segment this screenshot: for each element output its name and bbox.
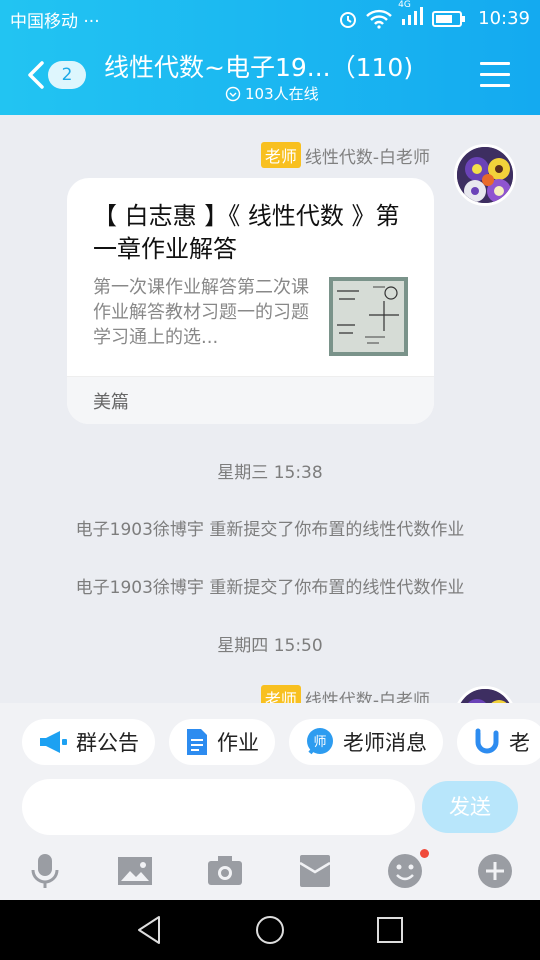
chevron-down-circle-icon — [225, 86, 241, 101]
homework-button[interactable]: 作业 — [169, 719, 275, 765]
emoji-icon[interactable] — [385, 851, 425, 891]
timestamp: 星期三 15:38 — [217, 463, 323, 483]
message-input[interactable] — [22, 779, 415, 835]
system-notice: 电子1903徐博宇 重新提交了你布置的线性代数作业 — [75, 520, 465, 540]
pansy-flowers-avatar-icon — [457, 147, 513, 203]
recents-square-icon[interactable] — [373, 913, 407, 947]
alarm-icon — [340, 11, 357, 28]
megaphone-icon — [40, 731, 67, 753]
home-circle-icon[interactable] — [253, 913, 287, 947]
battery-icon — [432, 10, 466, 27]
sender-name: 线性代数-白老师 — [304, 690, 430, 704]
status-bar: 中国移动 ··· 4G 10:39 — [0, 0, 540, 36]
menu-icon[interactable] — [480, 62, 510, 88]
teacher-messages-label: 老师消息 — [343, 731, 427, 755]
clock: 10:39 — [478, 8, 530, 29]
card-source: 美篇 — [67, 376, 434, 424]
timestamp: 星期四 15:50 — [217, 636, 323, 656]
camera-icon[interactable] — [205, 851, 245, 891]
quick-actions: 群公告 作业 师 老师消息 老 — [22, 719, 540, 765]
pansy-flowers-avatar-icon — [457, 689, 513, 703]
system-notice: 电子1903徐博宇 重新提交了你布置的线性代数作业 — [75, 578, 465, 598]
input-toolbar — [0, 848, 540, 898]
image-icon[interactable] — [115, 851, 155, 891]
unread-badge[interactable]: 2 — [48, 61, 86, 89]
article-card[interactable]: 【 白志惠 】《 线性代数 》第一章作业解答 第一次课作业解答第二次课作业解答教… — [67, 178, 434, 424]
announcement-button[interactable]: 群公告 — [22, 719, 155, 765]
online-label: 103人在线 — [245, 85, 319, 103]
card-thumbnail — [329, 277, 408, 356]
handwritten-math-thumbnail-icon — [329, 277, 408, 356]
network-type-label: 4G — [398, 0, 411, 10]
announcement-label: 群公告 — [76, 731, 139, 755]
carrier-label: 中国移动 — [10, 12, 78, 32]
homework-label: 作业 — [217, 731, 259, 755]
red-packet-icon[interactable] — [295, 851, 335, 891]
nav-bar: 2 线性代数~电子19...（110) 103人在线 — [0, 40, 540, 112]
card-source-label: 美篇 — [93, 392, 129, 413]
card-description: 第一次课作业解答第二次课作业解答教材习题一的习题学习通上的选... — [93, 277, 309, 348]
card-title: 【 白志惠 】《 线性代数 》第一章作业解答 — [93, 202, 400, 263]
page-title: 线性代数~电子19...（110) — [104, 53, 414, 82]
wifi-icon — [366, 9, 392, 29]
plus-icon[interactable] — [475, 851, 515, 891]
app-header: 中国移动 ··· 4G 10:39 2 线性代数~电子19...（110) 10… — [0, 0, 540, 115]
sender-name: 线性代数-白老师 — [304, 147, 430, 168]
status-dots: ··· — [83, 12, 100, 32]
message-sender: 老师 线性代数-白老师 — [260, 142, 430, 168]
notification-dot — [420, 849, 429, 858]
input-panel: 群公告 作业 师 老师消息 老 发送 — [0, 703, 540, 900]
sender-avatar[interactable] — [454, 144, 516, 206]
document-icon — [187, 729, 207, 755]
online-count: 103人在线 — [225, 83, 319, 104]
back-triangle-icon[interactable] — [133, 913, 167, 947]
teacher-role-badge: 老师 — [260, 685, 301, 703]
teacher-role-badge: 老师 — [260, 142, 301, 168]
more-action-button[interactable]: 老 — [457, 719, 540, 765]
microphone-icon[interactable] — [25, 851, 65, 891]
teacher-icon: 师 — [307, 728, 333, 755]
chat-area[interactable]: 老师 线性代数-白老师 【 白志惠 】《 线性代数 》第一章作业解答 第一次课作… — [0, 115, 540, 703]
u-icon — [475, 728, 499, 754]
teacher-messages-button[interactable]: 师 老师消息 — [289, 719, 443, 765]
system-navigation-bar — [0, 900, 540, 960]
send-button[interactable]: 发送 — [422, 781, 518, 833]
sender-avatar[interactable] — [454, 686, 516, 703]
message-sender: 老师 线性代数-白老师 — [260, 685, 430, 704]
svg-text:师: 师 — [313, 735, 326, 750]
more-action-label: 老 — [509, 731, 530, 755]
